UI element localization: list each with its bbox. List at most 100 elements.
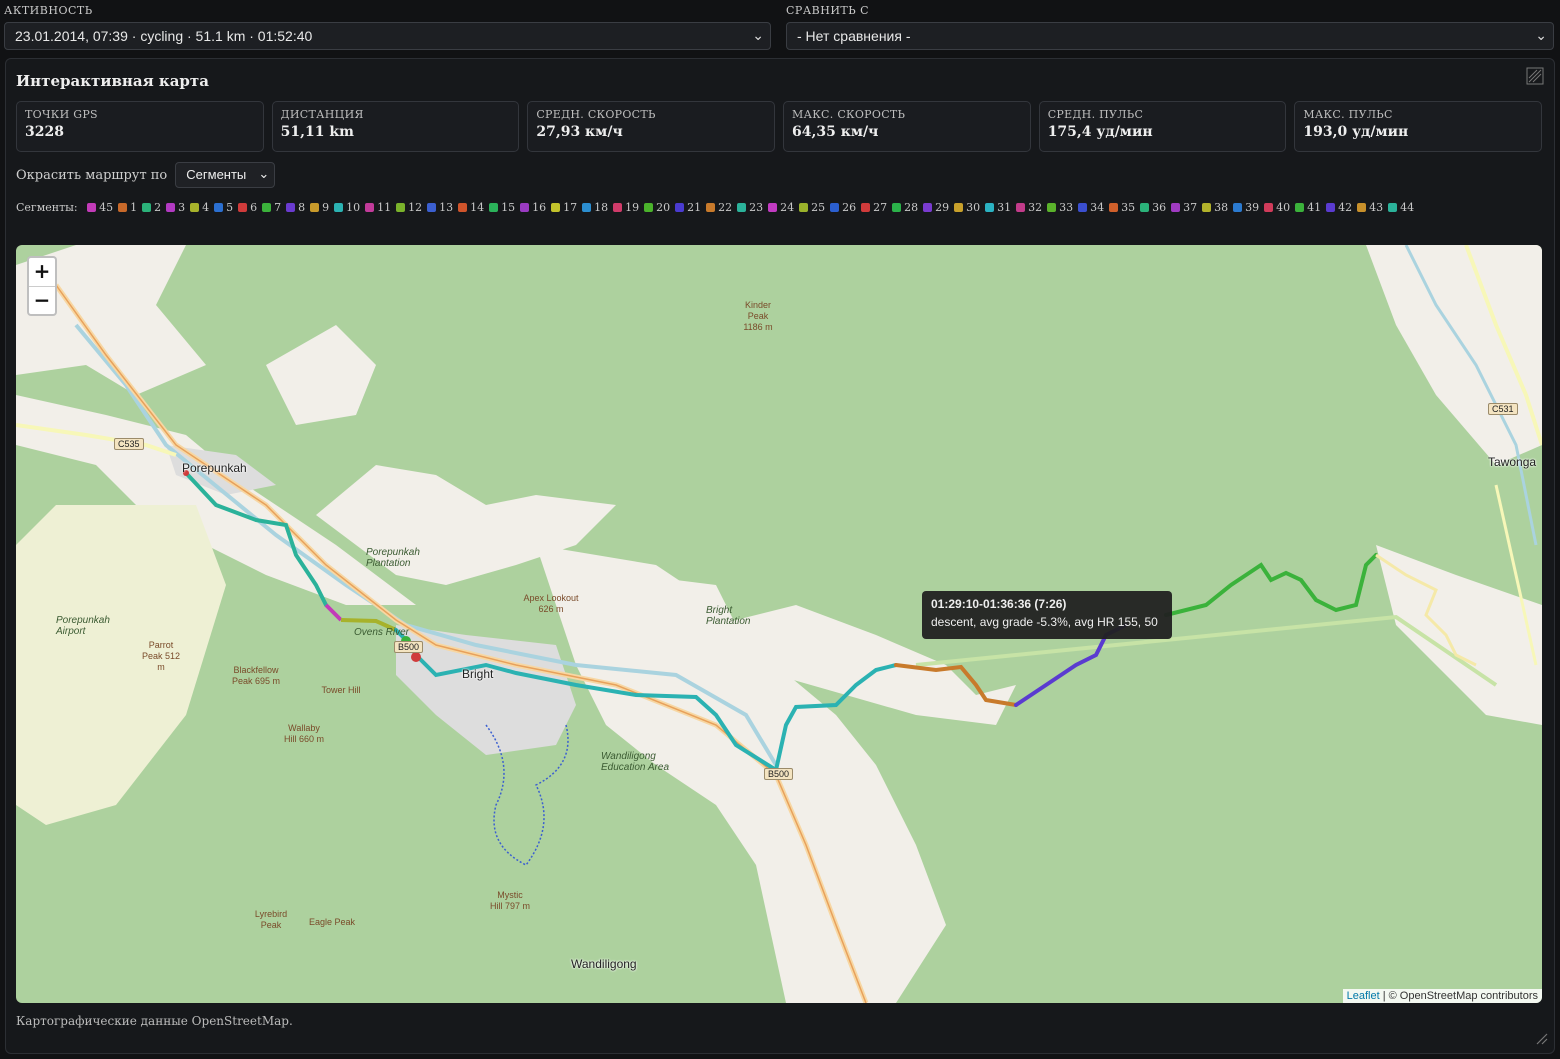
legend-item: 16 [520, 195, 546, 220]
legend-swatch [1078, 203, 1088, 212]
legend-label: 24 [780, 201, 795, 214]
place-bright: Bright [462, 667, 494, 681]
legend-item: 42 [1326, 195, 1352, 220]
stats-row: ТОЧКИ GPS 3228 ДИСТАНЦИЯ 51,11 km СРЕДН. С… [16, 101, 1543, 152]
peak-apex: Apex Lookout 626 m [523, 593, 579, 614]
legend-swatch [830, 203, 840, 212]
tooltip-time: 01:29:10-01:36:36 (7:26) [931, 597, 1067, 611]
map-tiles [16, 245, 1542, 1003]
legend-swatch [737, 203, 747, 212]
legend-swatch [190, 203, 200, 212]
legend-swatch [1264, 203, 1274, 212]
legend-swatch [489, 203, 499, 212]
legend-item: 25 [799, 195, 825, 220]
legend-label: 40 [1276, 201, 1291, 214]
legend-item: 24 [768, 195, 794, 220]
collapse-icon[interactable] [1526, 67, 1544, 85]
legend-item: 21 [675, 195, 701, 220]
peak-wallaby: Wallaby Hill 660 m [283, 723, 324, 744]
legend-label: 42 [1338, 201, 1353, 214]
legend-label: 33 [1059, 201, 1074, 214]
color-by-select[interactable]: Сегменты ⌄ [175, 162, 276, 188]
map-panel: Интерактивная карта ТОЧКИ GPS 3228 ДИСТАН… [5, 58, 1555, 1054]
legend-item: 31 [985, 195, 1011, 220]
legend-label: 22 [718, 201, 733, 214]
place-wandiligong: Wandiligong [571, 957, 637, 971]
legend-swatch [1016, 203, 1026, 212]
legend-label: 20 [656, 201, 671, 214]
legend-item: 43 [1357, 195, 1383, 220]
legend-label: 29 [935, 201, 950, 214]
color-by-row: Окрасить маршрут по Сегменты ⌄ [16, 162, 276, 188]
activity-select-value: 23.01.2014, 07:39 · cycling · 51.1 km · … [15, 28, 313, 44]
stat-avg-speed: СРЕДН. СКОРОСТЬ 27,93 км/ч [527, 101, 776, 152]
legend-item: 10 [334, 195, 360, 220]
legend-label: 31 [997, 201, 1012, 214]
legend-swatch [286, 203, 296, 212]
place-ovens-river: Ovens River [354, 627, 410, 638]
map-attribution: Leaflet | © OpenStreetMap contributors [1342, 989, 1542, 1003]
road-shield-b500: B500 [394, 641, 424, 653]
zoom-in-button[interactable]: + [29, 258, 55, 286]
legend-swatch [1233, 203, 1243, 212]
legend-item: 35 [1109, 195, 1135, 220]
legend-item: 38 [1202, 195, 1228, 220]
chevron-down-icon: ⌄ [1535, 27, 1547, 43]
stat-label: ТОЧКИ GPS [25, 108, 98, 121]
legend-item: 18 [582, 195, 608, 220]
legend-swatch [706, 203, 716, 212]
resize-handle-icon[interactable] [1534, 1031, 1548, 1049]
color-by-label: Окрасить маршрут по [16, 167, 168, 183]
legend-item: 8 [286, 195, 305, 220]
road-shield-b500: B500 [764, 768, 794, 780]
place-tawonga: Tawonga [1488, 455, 1537, 469]
legend-label: 14 [470, 201, 485, 214]
legend-label: 25 [811, 201, 826, 214]
legend-swatch [310, 203, 320, 212]
legend-swatch [238, 203, 248, 212]
tooltip-detail: descent, avg grade -5.3%, avg HR 155, 50 [931, 615, 1158, 629]
legend-label: 34 [1090, 201, 1105, 214]
legend-item: 4 [190, 195, 209, 220]
zoom-out-button[interactable]: − [29, 286, 55, 314]
legend-item: 33 [1047, 195, 1073, 220]
legend-item: 40 [1264, 195, 1290, 220]
peak-eagle: Eagle Peak [308, 917, 356, 927]
legend-label: 6 [250, 201, 258, 214]
legend-label: 19 [625, 201, 640, 214]
stat-max-hr: МАКС. ПУЛЬС 193,0 уд/мин [1294, 101, 1543, 152]
legend-swatch [1357, 203, 1367, 212]
legend-item: 2 [142, 195, 161, 220]
legend-item: 45 [87, 195, 113, 220]
legend-swatch [954, 203, 964, 212]
legend-swatch [1202, 203, 1212, 212]
peak-lyrebird: Lyrebird Peak [254, 909, 288, 930]
stat-label: МАКС. ПУЛЬС [1303, 108, 1393, 121]
legend-label: 4 [202, 201, 210, 214]
road-shield-c535: C535 [114, 438, 144, 450]
map-view[interactable]: + − Porepunkah Bright Tawonga Wandiligon… [16, 245, 1542, 1003]
panel-title: Интерактивная карта [16, 72, 209, 90]
stat-value: 51,11 km [280, 124, 354, 140]
legend-item: 14 [458, 195, 484, 220]
legend-label: 7 [274, 201, 282, 214]
legend-item: 23 [737, 195, 763, 220]
legend-swatch [142, 203, 152, 212]
legend-item: 22 [706, 195, 732, 220]
legend-label: 30 [966, 201, 981, 214]
legend-label: 13 [439, 201, 454, 214]
legend-swatch [923, 203, 933, 212]
legend-swatch [118, 203, 128, 212]
legend-item: 39 [1233, 195, 1259, 220]
legend-label: 27 [873, 201, 888, 214]
leaflet-link[interactable]: Leaflet [1347, 990, 1380, 1002]
legend-item: 28 [892, 195, 918, 220]
legend-item: 3 [166, 195, 185, 220]
activity-label: АКТИВНОСТЬ [4, 4, 93, 17]
compare-select[interactable]: - Нет сравнения - ⌄ [786, 22, 1554, 50]
peak-mystic: Mystic Hill 797 m [490, 890, 531, 911]
stat-value: 27,93 км/ч [536, 124, 623, 140]
activity-select[interactable]: 23.01.2014, 07:39 · cycling · 51.1 km · … [4, 22, 771, 50]
peak-blackfellow: Blackfellow Peak 695 m [231, 665, 281, 686]
legend-swatch [799, 203, 809, 212]
